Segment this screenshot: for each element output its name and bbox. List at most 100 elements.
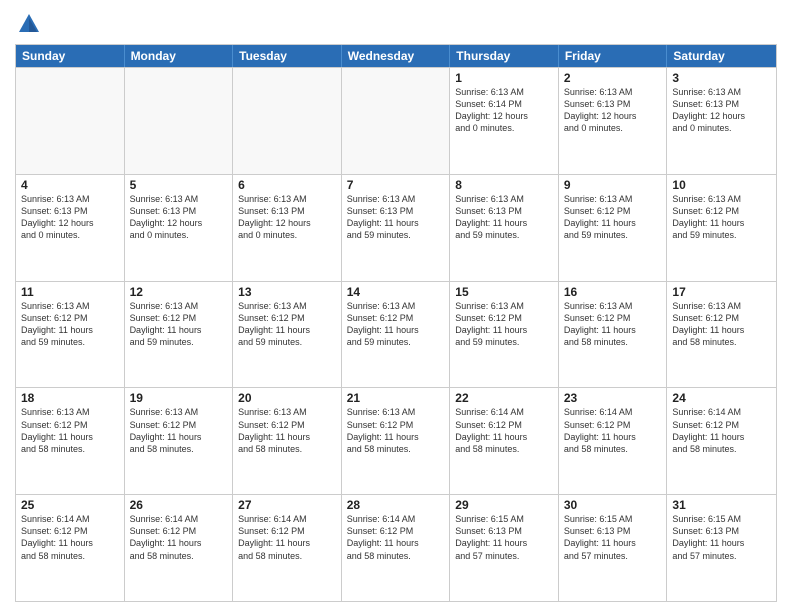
day-info: Sunrise: 6:15 AM Sunset: 6:13 PM Dayligh…	[455, 513, 553, 562]
day-info: Sunrise: 6:14 AM Sunset: 6:12 PM Dayligh…	[564, 406, 662, 455]
day-info: Sunrise: 6:14 AM Sunset: 6:12 PM Dayligh…	[130, 513, 228, 562]
day-cell-10: 10Sunrise: 6:13 AM Sunset: 6:12 PM Dayli…	[667, 175, 776, 281]
calendar-row-2: 4Sunrise: 6:13 AM Sunset: 6:13 PM Daylig…	[16, 174, 776, 281]
day-cell-14: 14Sunrise: 6:13 AM Sunset: 6:12 PM Dayli…	[342, 282, 451, 388]
day-info: Sunrise: 6:13 AM Sunset: 6:14 PM Dayligh…	[455, 86, 553, 135]
day-number: 9	[564, 178, 662, 192]
empty-cell	[342, 68, 451, 174]
day-info: Sunrise: 6:13 AM Sunset: 6:13 PM Dayligh…	[238, 193, 336, 242]
header-day-sunday: Sunday	[16, 45, 125, 67]
empty-cell	[233, 68, 342, 174]
day-number: 29	[455, 498, 553, 512]
day-number: 13	[238, 285, 336, 299]
day-info: Sunrise: 6:13 AM Sunset: 6:12 PM Dayligh…	[564, 300, 662, 349]
day-info: Sunrise: 6:14 AM Sunset: 6:12 PM Dayligh…	[347, 513, 445, 562]
day-info: Sunrise: 6:14 AM Sunset: 6:12 PM Dayligh…	[672, 406, 771, 455]
day-info: Sunrise: 6:13 AM Sunset: 6:12 PM Dayligh…	[672, 193, 771, 242]
day-info: Sunrise: 6:14 AM Sunset: 6:12 PM Dayligh…	[455, 406, 553, 455]
header-day-tuesday: Tuesday	[233, 45, 342, 67]
day-number: 31	[672, 498, 771, 512]
day-cell-20: 20Sunrise: 6:13 AM Sunset: 6:12 PM Dayli…	[233, 388, 342, 494]
calendar-row-4: 18Sunrise: 6:13 AM Sunset: 6:12 PM Dayli…	[16, 387, 776, 494]
day-number: 15	[455, 285, 553, 299]
day-cell-27: 27Sunrise: 6:14 AM Sunset: 6:12 PM Dayli…	[233, 495, 342, 601]
day-cell-3: 3Sunrise: 6:13 AM Sunset: 6:13 PM Daylig…	[667, 68, 776, 174]
day-cell-26: 26Sunrise: 6:14 AM Sunset: 6:12 PM Dayli…	[125, 495, 234, 601]
day-cell-9: 9Sunrise: 6:13 AM Sunset: 6:12 PM Daylig…	[559, 175, 668, 281]
day-cell-29: 29Sunrise: 6:15 AM Sunset: 6:13 PM Dayli…	[450, 495, 559, 601]
day-info: Sunrise: 6:13 AM Sunset: 6:12 PM Dayligh…	[564, 193, 662, 242]
header-day-saturday: Saturday	[667, 45, 776, 67]
day-info: Sunrise: 6:14 AM Sunset: 6:12 PM Dayligh…	[238, 513, 336, 562]
day-number: 26	[130, 498, 228, 512]
day-number: 11	[21, 285, 119, 299]
day-number: 12	[130, 285, 228, 299]
day-cell-16: 16Sunrise: 6:13 AM Sunset: 6:12 PM Dayli…	[559, 282, 668, 388]
day-cell-19: 19Sunrise: 6:13 AM Sunset: 6:12 PM Dayli…	[125, 388, 234, 494]
day-number: 19	[130, 391, 228, 405]
day-info: Sunrise: 6:13 AM Sunset: 6:12 PM Dayligh…	[238, 406, 336, 455]
day-number: 30	[564, 498, 662, 512]
day-cell-25: 25Sunrise: 6:14 AM Sunset: 6:12 PM Dayli…	[16, 495, 125, 601]
day-info: Sunrise: 6:13 AM Sunset: 6:12 PM Dayligh…	[130, 406, 228, 455]
day-cell-5: 5Sunrise: 6:13 AM Sunset: 6:13 PM Daylig…	[125, 175, 234, 281]
empty-cell	[16, 68, 125, 174]
day-cell-6: 6Sunrise: 6:13 AM Sunset: 6:13 PM Daylig…	[233, 175, 342, 281]
day-cell-2: 2Sunrise: 6:13 AM Sunset: 6:13 PM Daylig…	[559, 68, 668, 174]
day-number: 10	[672, 178, 771, 192]
day-info: Sunrise: 6:13 AM Sunset: 6:13 PM Dayligh…	[347, 193, 445, 242]
day-number: 1	[455, 71, 553, 85]
day-cell-17: 17Sunrise: 6:13 AM Sunset: 6:12 PM Dayli…	[667, 282, 776, 388]
day-cell-28: 28Sunrise: 6:14 AM Sunset: 6:12 PM Dayli…	[342, 495, 451, 601]
day-number: 18	[21, 391, 119, 405]
header-day-wednesday: Wednesday	[342, 45, 451, 67]
day-cell-15: 15Sunrise: 6:13 AM Sunset: 6:12 PM Dayli…	[450, 282, 559, 388]
calendar-body: 1Sunrise: 6:13 AM Sunset: 6:14 PM Daylig…	[16, 67, 776, 601]
day-info: Sunrise: 6:13 AM Sunset: 6:12 PM Dayligh…	[21, 406, 119, 455]
day-info: Sunrise: 6:15 AM Sunset: 6:13 PM Dayligh…	[564, 513, 662, 562]
day-cell-23: 23Sunrise: 6:14 AM Sunset: 6:12 PM Dayli…	[559, 388, 668, 494]
day-info: Sunrise: 6:13 AM Sunset: 6:13 PM Dayligh…	[130, 193, 228, 242]
header-day-thursday: Thursday	[450, 45, 559, 67]
day-info: Sunrise: 6:13 AM Sunset: 6:12 PM Dayligh…	[455, 300, 553, 349]
empty-cell	[125, 68, 234, 174]
calendar-row-3: 11 Sunrise: 6:13 AM Sunset: 6:12 PM Dayli…	[16, 281, 776, 388]
logo-icon	[15, 10, 43, 38]
day-number: 17	[672, 285, 771, 299]
day-number: 2	[564, 71, 662, 85]
day-info: Sunrise: 6:15 AM Sunset: 6:13 PM Dayligh…	[672, 513, 771, 562]
day-cell-18: 18Sunrise: 6:13 AM Sunset: 6:12 PM Dayli…	[16, 388, 125, 494]
day-number: 28	[347, 498, 445, 512]
day-cell-4: 4Sunrise: 6:13 AM Sunset: 6:13 PM Daylig…	[16, 175, 125, 281]
day-cell-8: 8Sunrise: 6:13 AM Sunset: 6:13 PM Daylig…	[450, 175, 559, 281]
calendar-header: SundayMondayTuesdayWednesdayThursdayFrid…	[16, 45, 776, 67]
day-cell-30: 30Sunrise: 6:15 AM Sunset: 6:13 PM Dayli…	[559, 495, 668, 601]
day-number: 20	[238, 391, 336, 405]
calendar-row-5: 25 Sunrise: 6:14 AM Sunset: 6:12 PM Dayli…	[16, 494, 776, 601]
day-number: 14	[347, 285, 445, 299]
day-info: Sunrise: 6:13 AM Sunset: 6:12 PM Dayligh…	[238, 300, 336, 349]
day-info: Sunrise: 6:13 AM Sunset: 6:12 PM Dayligh…	[347, 300, 445, 349]
calendar-row-1: 1Sunrise: 6:13 AM Sunset: 6:14 PM Daylig…	[16, 67, 776, 174]
day-info: Sunrise: 6:13 AM Sunset: 6:13 PM Dayligh…	[672, 86, 771, 135]
day-cell-7: 7Sunrise: 6:13 AM Sunset: 6:13 PM Daylig…	[342, 175, 451, 281]
day-cell-13: 13Sunrise: 6:13 AM Sunset: 6:12 PM Dayli…	[233, 282, 342, 388]
day-cell-31: 31Sunrise: 6:15 AM Sunset: 6:13 PM Dayli…	[667, 495, 776, 601]
day-number: 24	[672, 391, 771, 405]
day-cell-24: 24Sunrise: 6:14 AM Sunset: 6:12 PM Dayli…	[667, 388, 776, 494]
day-number: 22	[455, 391, 553, 405]
header-day-friday: Friday	[559, 45, 668, 67]
calendar: SundayMondayTuesdayWednesdayThursdayFrid…	[15, 44, 777, 602]
day-number: 25	[21, 498, 119, 512]
day-number: 3	[672, 71, 771, 85]
day-cell-21: 21Sunrise: 6:13 AM Sunset: 6:12 PM Dayli…	[342, 388, 451, 494]
day-info: Sunrise: 6:13 AM Sunset: 6:13 PM Dayligh…	[455, 193, 553, 242]
header-day-monday: Monday	[125, 45, 234, 67]
day-info: Sunrise: 6:13 AM Sunset: 6:13 PM Dayligh…	[21, 193, 119, 242]
day-number: 8	[455, 178, 553, 192]
day-number: 5	[130, 178, 228, 192]
day-number: 7	[347, 178, 445, 192]
day-number: 27	[238, 498, 336, 512]
day-cell-1: 1Sunrise: 6:13 AM Sunset: 6:14 PM Daylig…	[450, 68, 559, 174]
day-number: 23	[564, 391, 662, 405]
